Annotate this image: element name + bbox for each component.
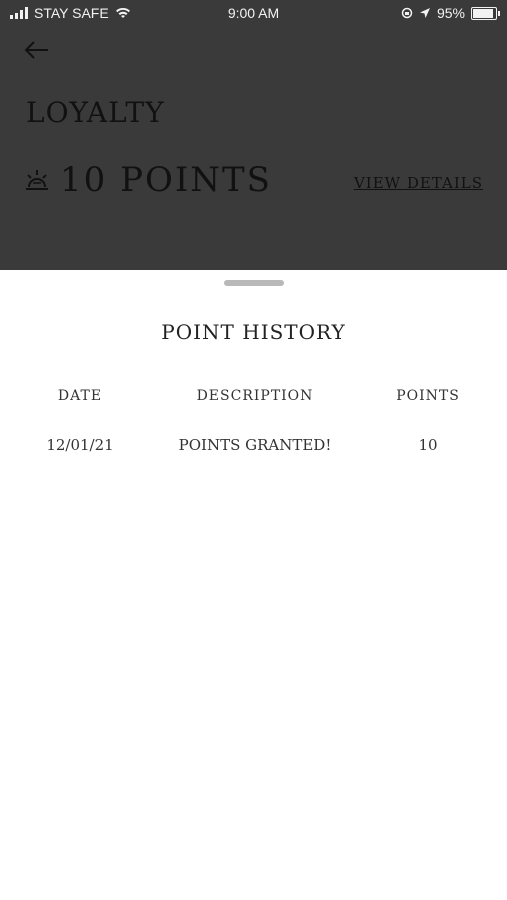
status-right: 95%	[401, 5, 500, 21]
rotation-lock-icon	[401, 7, 413, 19]
battery-icon	[471, 6, 500, 20]
column-header-points: POINTS	[396, 388, 460, 404]
carrier-label: STAY SAFE	[34, 5, 109, 21]
wifi-icon	[115, 7, 130, 18]
status-left: STAY SAFE	[10, 5, 131, 21]
point-history-sheet: POINT HISTORY DATE DESCRIPTION POINTS 12…	[0, 270, 507, 900]
sunrise-icon	[26, 170, 48, 190]
column-header-description: DESCRIPTION	[196, 388, 314, 404]
back-arrow-icon[interactable]	[22, 38, 52, 64]
history-row-points: 10	[418, 436, 438, 454]
column-header-date: DATE	[57, 388, 103, 404]
sheet-title: POINT HISTORY	[161, 320, 346, 344]
sheet-drag-handle[interactable]	[224, 280, 284, 286]
points-value: 10 POINTS	[60, 160, 272, 200]
points-summary: 10 POINTS	[24, 160, 272, 200]
signal-icon	[10, 7, 28, 19]
page-title: LOYALTY	[26, 96, 165, 129]
location-arrow-icon	[419, 8, 430, 18]
history-row-date: 12/01/21	[46, 436, 114, 454]
history-row-description: POINTS GRANTED!	[178, 436, 332, 454]
loyalty-page: LOYALTY 10 POINTS VIEW DETAILS	[0, 28, 507, 270]
clock: 9:00 AM	[227, 5, 280, 21]
battery-percent: 95%	[436, 5, 465, 21]
view-details-link[interactable]: VIEW DETAILS	[354, 174, 483, 192]
status-bar: STAY SAFE 9:00 AM 95%	[0, 0, 507, 28]
